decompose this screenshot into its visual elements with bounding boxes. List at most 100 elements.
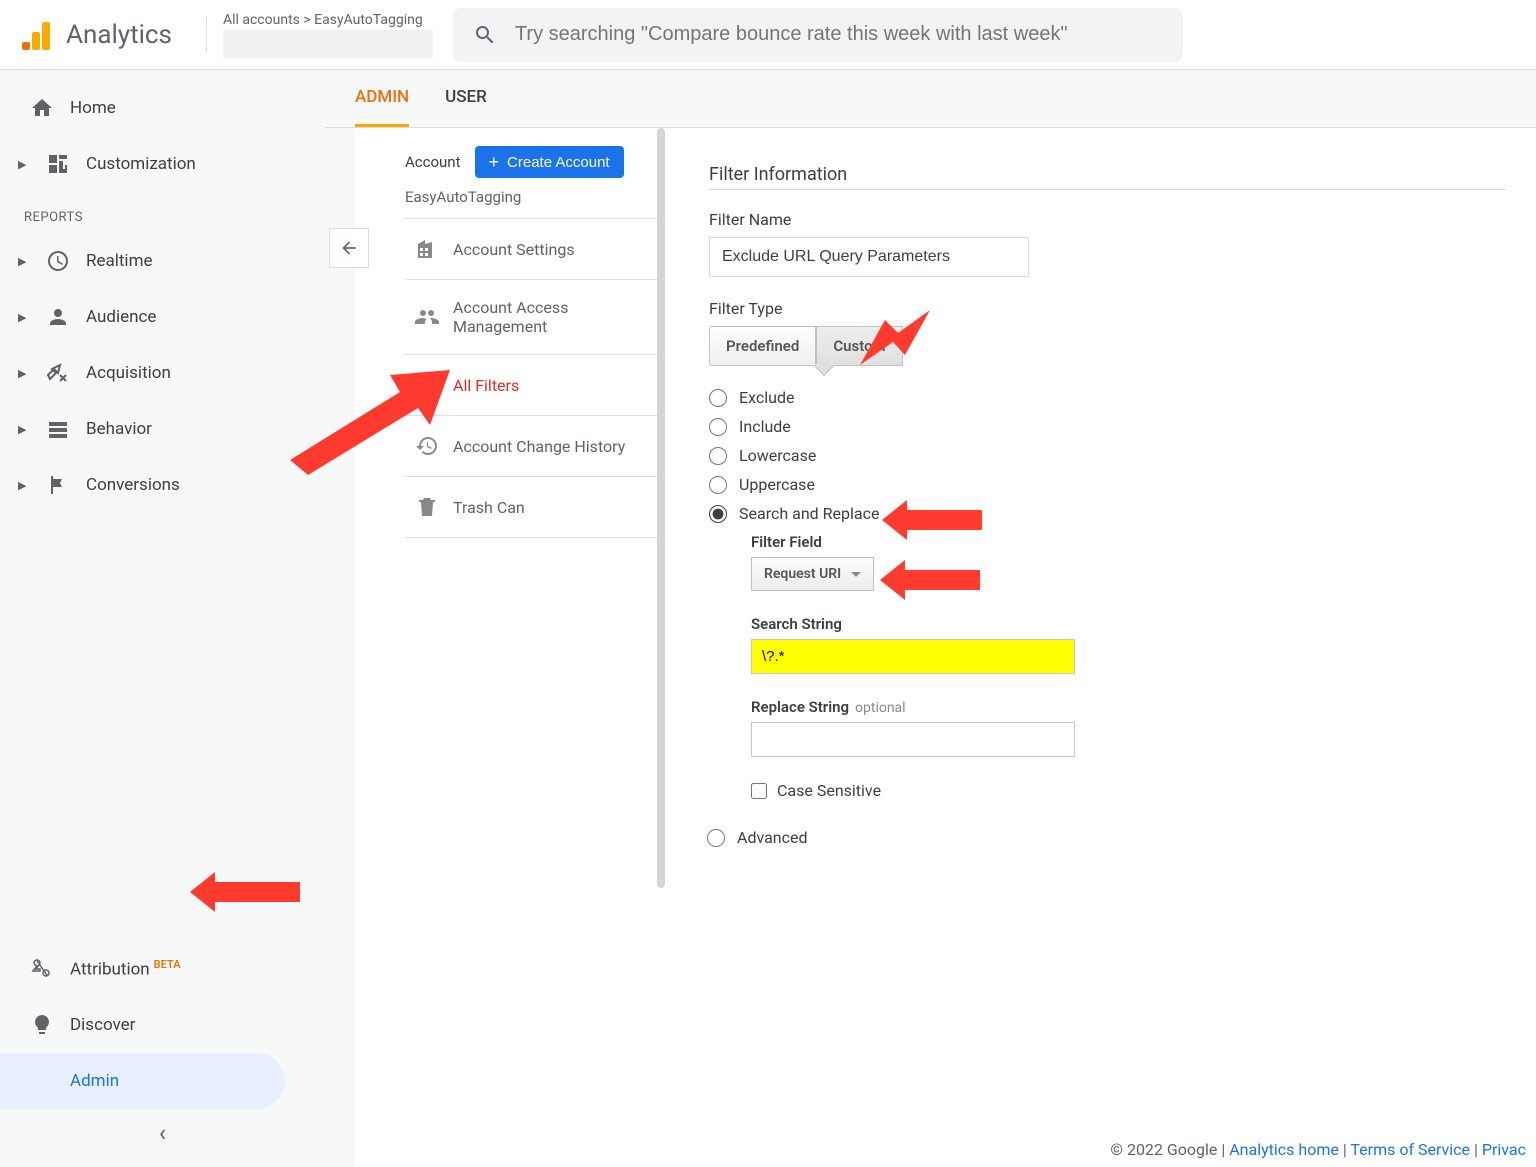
divider (206, 17, 207, 53)
nav-behavior[interactable]: ▶ Behavior (0, 401, 325, 457)
button-label: Create Account (507, 154, 610, 171)
radio-input[interactable] (709, 447, 727, 465)
replace-string-block: Replace Stringoptional (751, 698, 1506, 757)
account-selector[interactable]: All accounts > EasyAutoTagging (223, 12, 453, 58)
tab-user[interactable]: USER (445, 70, 487, 127)
change-history-item[interactable]: Account Change History (405, 416, 665, 477)
back-button[interactable] (329, 228, 369, 268)
beta-badge: BETA (154, 958, 181, 971)
item-label: Account Change History (453, 437, 625, 456)
nav-realtime[interactable]: ▶ Realtime (0, 233, 325, 289)
clock-icon (46, 249, 70, 273)
dropdown-value: Request URI (764, 566, 841, 582)
chevron-left-icon: ‹ (159, 1119, 166, 1147)
home-icon (30, 96, 54, 120)
radio-lowercase[interactable]: Lowercase (709, 446, 1506, 465)
all-filters-item[interactable]: All Filters (405, 355, 665, 416)
nav-discover[interactable]: Discover (0, 997, 325, 1053)
filter-name-label: Filter Name (709, 210, 1506, 229)
search-input[interactable] (515, 23, 1163, 46)
filter-form: Filter Information Filter Name Filter Ty… (665, 128, 1536, 1167)
filter-type-toggle: Predefined Custom (709, 326, 1506, 366)
radio-label: Search and Replace (739, 504, 879, 523)
create-account-button[interactable]: + Create Account (475, 146, 624, 178)
replace-string-label: Replace Stringoptional (751, 698, 1506, 716)
radio-uppercase[interactable]: Uppercase (709, 475, 1506, 494)
nav-conversions[interactable]: ▶ Conversions (0, 457, 325, 513)
nav-acquisition[interactable]: ▶ Acquisition (0, 345, 325, 401)
item-label: All Filters (453, 376, 519, 395)
radio-input[interactable] (709, 418, 727, 436)
replace-string-input[interactable] (751, 722, 1075, 757)
admin-panel: Account + Create Account EasyAutoTagging… (355, 128, 1536, 1167)
filter-field-label: Filter Field (751, 533, 1506, 551)
account-settings-item[interactable]: Account Settings (405, 219, 665, 280)
flag-icon (46, 473, 70, 497)
nav-label: Realtime (86, 251, 153, 271)
nav-label: Audience (86, 307, 156, 327)
radio-search-replace[interactable]: Search and Replace (709, 504, 1506, 523)
filter-type-predefined[interactable]: Predefined (709, 326, 816, 366)
nav-label: Behavior (86, 419, 152, 439)
building-icon (415, 237, 439, 261)
item-label: Trash Can (453, 498, 525, 517)
account-access-item[interactable]: Account Access Management (405, 280, 665, 355)
radio-advanced[interactable]: Advanced (707, 828, 1506, 847)
privacy-link[interactable]: Privac (1482, 1140, 1526, 1159)
nav-audience[interactable]: ▶ Audience (0, 289, 325, 345)
trash-can-item[interactable]: Trash Can (405, 477, 665, 538)
nav-label: Admin (70, 1071, 119, 1091)
optional-hint: optional (855, 700, 906, 716)
chevron-right-icon: ▶ (18, 158, 30, 171)
logo-text: Analytics (66, 20, 172, 50)
acquisition-icon (46, 361, 70, 385)
redacted-property-name (223, 30, 433, 58)
scrollbar[interactable] (657, 128, 665, 888)
left-sidebar: Home ▶ Customization REPORTS ▶ Realtime … (0, 70, 325, 1167)
customization-icon (46, 152, 70, 176)
nav-attribution[interactable]: AttributionBETA (0, 941, 325, 997)
radio-input[interactable] (709, 505, 727, 523)
collapse-sidebar-button[interactable]: ‹ (0, 1109, 325, 1157)
radio-input[interactable] (707, 829, 725, 847)
filter-type-custom[interactable]: Custom (816, 326, 902, 366)
account-label: Account (405, 153, 461, 171)
radio-exclude[interactable]: Exclude (709, 388, 1506, 407)
nav-label: Discover (70, 1015, 135, 1035)
account-column: Account + Create Account EasyAutoTagging… (355, 128, 665, 1167)
filter-name-input[interactable] (709, 237, 1029, 277)
checkbox-input[interactable] (751, 783, 767, 799)
radio-input[interactable] (709, 389, 727, 407)
radio-include[interactable]: Include (709, 417, 1506, 436)
search-bar[interactable] (453, 8, 1183, 62)
copyright: © 2022 Google | (1110, 1140, 1229, 1159)
main-area: ADMIN USER Account + Create Account Easy… (325, 70, 1536, 1167)
person-icon (46, 305, 70, 329)
attribution-icon (30, 957, 54, 981)
logo[interactable]: Analytics (20, 18, 172, 52)
nav-customization[interactable]: ▶ Customization (0, 136, 325, 192)
case-sensitive-checkbox[interactable]: Case Sensitive (751, 781, 1506, 800)
radio-label: Include (739, 417, 791, 436)
nav-home[interactable]: Home (0, 80, 325, 136)
trash-icon (415, 495, 439, 519)
search-icon (473, 23, 497, 47)
checkbox-label: Case Sensitive (777, 781, 881, 800)
analytics-home-link[interactable]: Analytics home (1229, 1140, 1339, 1159)
top-bar: Analytics All accounts > EasyAutoTagging (0, 0, 1536, 70)
radio-input[interactable] (709, 476, 727, 494)
terms-link[interactable]: Terms of Service (1350, 1140, 1470, 1159)
radio-label: Advanced (737, 828, 808, 847)
history-icon (415, 434, 439, 458)
selected-account-name[interactable]: EasyAutoTagging (405, 188, 665, 206)
gear-icon (30, 1069, 54, 1093)
tab-admin[interactable]: ADMIN (355, 70, 409, 127)
radio-label: Uppercase (739, 475, 815, 494)
filter-field-block: Filter Field Request URI (751, 533, 1506, 591)
chevron-right-icon: ▶ (18, 423, 30, 436)
reports-heading: REPORTS (0, 192, 325, 233)
search-string-input[interactable] (751, 639, 1075, 674)
lightbulb-icon (30, 1013, 54, 1037)
filter-field-dropdown[interactable]: Request URI (751, 557, 874, 591)
nav-admin[interactable]: Admin (0, 1053, 285, 1109)
